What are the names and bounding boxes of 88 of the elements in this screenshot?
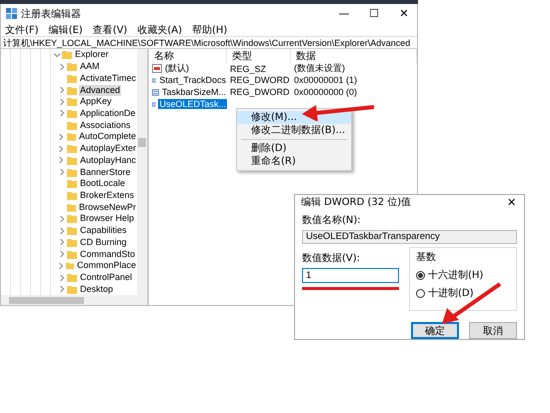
- tree-item[interactable]: CommandSto: [79, 248, 136, 260]
- chevron-right-icon[interactable]: [58, 146, 64, 152]
- value-name[interactable]: (默认): [164, 62, 190, 75]
- value-name[interactable]: UseOLEDTask...: [158, 99, 227, 109]
- chevron-right-icon[interactable]: [58, 262, 64, 269]
- field-label: 数值数据(V):: [302, 252, 362, 265]
- tree-item[interactable]: AutoComplete: [78, 131, 137, 142]
- folder-icon: [66, 156, 77, 165]
- chevron-right-icon[interactable]: [58, 286, 64, 292]
- column-header[interactable]: 类型: [227, 49, 291, 63]
- address-bar[interactable]: 计算机\HKEY_LOCAL_MACHINE\SOFTWARE\Microsoft\Windows\CurrentVersion\Explorer\Advanced: [1, 36, 417, 49]
- value-data-field[interactable]: 1: [302, 268, 399, 283]
- chevron-right-icon[interactable]: [58, 274, 64, 281]
- ok-button[interactable]: 确定: [411, 322, 459, 339]
- chevron-right-icon[interactable]: [58, 157, 64, 164]
- window-title: 注册表编辑器: [21, 8, 82, 20]
- menu-item[interactable]: 文件(F): [5, 22, 39, 36]
- value-name[interactable]: Start_TrackDocs: [158, 75, 227, 85]
- minimize-button[interactable]: —: [331, 4, 357, 23]
- tree-item[interactable]: AAM: [79, 61, 101, 72]
- chevron-right-icon[interactable]: [58, 169, 64, 176]
- tree-item[interactable]: BrokerExtens: [79, 190, 136, 201]
- chevron-right-icon[interactable]: [58, 251, 64, 258]
- registry-app-icon: [6, 8, 17, 19]
- value-data: 0x00000001 (1): [293, 75, 358, 85]
- chevron-right-icon[interactable]: [58, 87, 64, 94]
- value-type: REG_SZ: [229, 64, 268, 74]
- dialog-title: 编辑 DWORD (32 位)值: [301, 196, 412, 209]
- arrow-icon: [440, 282, 502, 326]
- value-data: 0x00000000 (0): [293, 87, 358, 97]
- chevron-right-icon[interactable]: [58, 228, 64, 234]
- menu-item[interactable]: 编辑(E): [48, 22, 83, 36]
- value-type: REG_DWORD: [229, 87, 291, 97]
- folder-icon: [66, 144, 77, 154]
- menu-item[interactable]: 收藏夹(A): [137, 22, 182, 36]
- tree-item[interactable]: Associations: [79, 120, 132, 131]
- tree-item[interactable]: ActivateTimec: [78, 72, 137, 84]
- tree-item[interactable]: BannerStore: [79, 166, 132, 178]
- close-button[interactable]: ✕: [503, 196, 520, 208]
- tree-item[interactable]: AutoplayExter: [78, 143, 137, 154]
- tree-item[interactable]: Browser Help: [79, 213, 136, 224]
- cancel-button[interactable]: 取消: [469, 322, 517, 339]
- value-type: REG_DWORD: [229, 75, 291, 85]
- tree-item[interactable]: AutoplayHanc: [78, 154, 137, 166]
- field-label: 数值名称(N):: [302, 214, 362, 227]
- tree-item[interactable]: Advanced: [79, 84, 122, 96]
- binary-value-icon: [152, 76, 156, 84]
- folder-icon: [66, 74, 77, 83]
- group-label: 基数: [416, 250, 437, 264]
- tree-item[interactable]: Capabilities: [79, 225, 128, 236]
- arrow-icon: [300, 103, 376, 121]
- string-value-icon: [152, 64, 162, 73]
- binary-value-icon: [152, 88, 159, 96]
- chevron-down-icon[interactable]: [54, 52, 60, 58]
- context-menu-item[interactable]: 修改二进制数据(B)...: [237, 124, 351, 137]
- radio-icon[interactable]: [416, 288, 425, 298]
- vertical-scrollbar[interactable]: [137, 49, 147, 295]
- close-button[interactable]: ✕: [391, 4, 417, 23]
- menu-item[interactable]: 查看(V): [92, 22, 128, 36]
- horizontal-scrollbar[interactable]: [1, 295, 147, 305]
- column-header[interactable]: 名称: [149, 49, 227, 63]
- binary-value-icon: [152, 100, 156, 108]
- chevron-right-icon[interactable]: [58, 239, 64, 246]
- tree-item[interactable]: Desktop: [79, 284, 114, 295]
- chevron-right-icon[interactable]: [58, 110, 64, 116]
- chevron-right-icon[interactable]: [58, 98, 64, 105]
- radio-icon[interactable]: [416, 270, 425, 280]
- chevron-right-icon[interactable]: [58, 64, 64, 70]
- tree-item[interactable]: BrowseNewPr: [78, 202, 137, 213]
- context-menu-item[interactable]: 删除(D): [237, 142, 351, 155]
- chevron-right-icon[interactable]: [58, 216, 64, 222]
- tree-item[interactable]: CD Burning: [79, 236, 128, 248]
- value-name-field[interactable]: UseOLEDTaskbarTransparency: [302, 230, 517, 244]
- value-name[interactable]: TaskbarSizeM...: [160, 87, 227, 97]
- radio-option[interactable]: 十进制(D): [416, 286, 510, 300]
- maximize-button[interactable]: ☐: [361, 4, 387, 23]
- tree-item[interactable]: Explorer: [74, 49, 110, 60]
- menu-item[interactable]: 帮助(H): [192, 22, 228, 36]
- context-menu-item[interactable]: 重命名(R): [237, 155, 351, 168]
- chevron-right-icon[interactable]: [58, 134, 64, 140]
- tree-item[interactable]: BootLocale: [79, 178, 126, 190]
- tree-item[interactable]: CommonPlace: [76, 260, 137, 272]
- value-data: (数值未设置): [293, 62, 346, 75]
- tree-item[interactable]: ApplicationDe: [79, 108, 137, 119]
- column-header[interactable]: 数据: [291, 49, 417, 63]
- tree-item[interactable]: ControlPanel: [79, 272, 134, 284]
- tree-item[interactable]: AppKey: [79, 96, 113, 108]
- radio-option[interactable]: 十六进制(H): [416, 268, 510, 282]
